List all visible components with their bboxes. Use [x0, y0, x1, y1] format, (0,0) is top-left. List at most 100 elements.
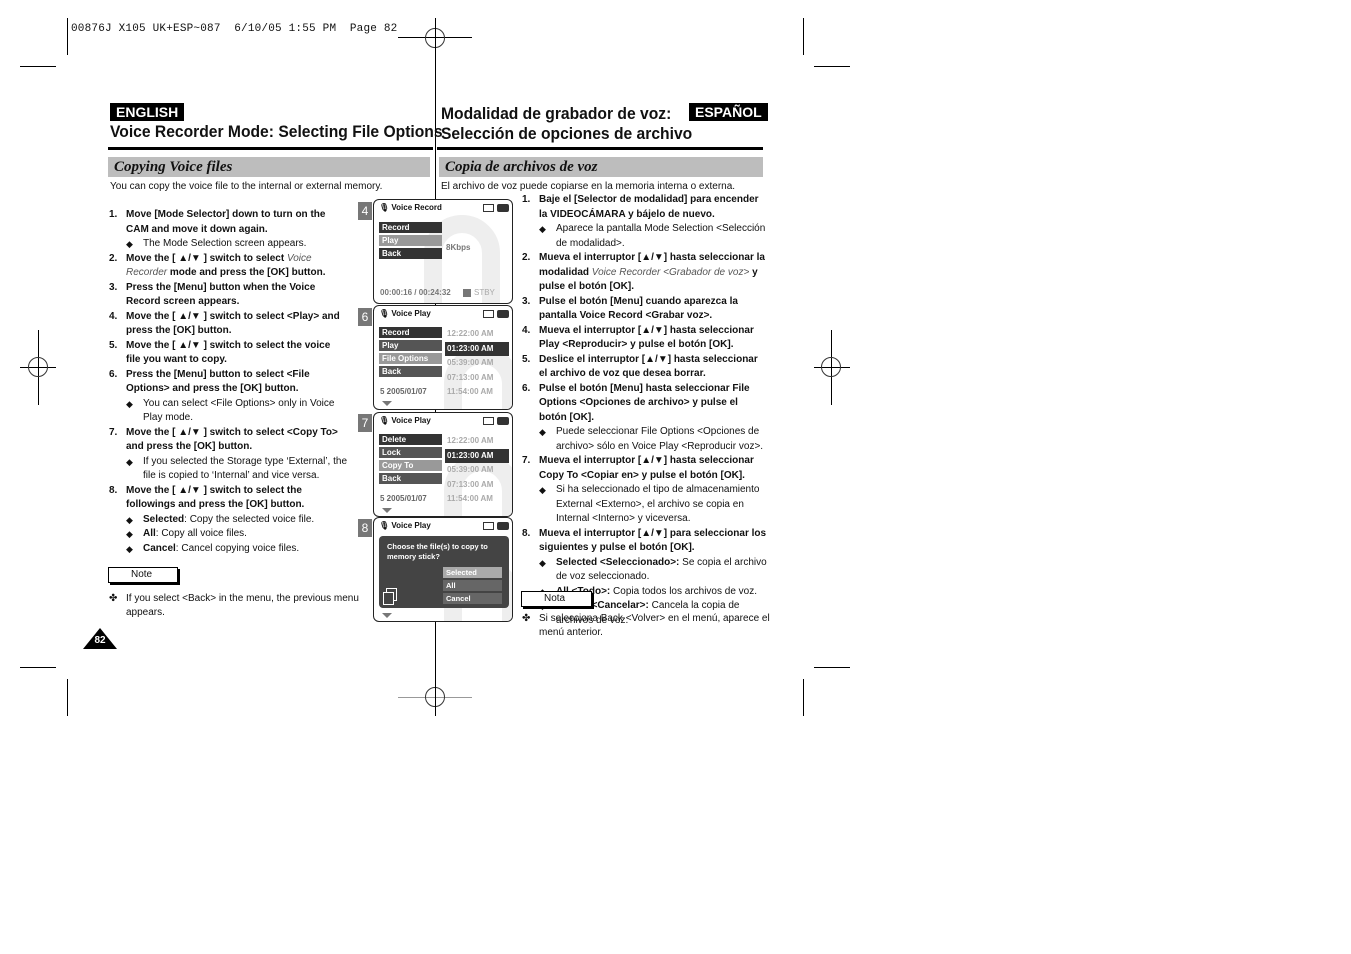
crop-mark	[20, 667, 56, 668]
file-time[interactable]: 05:39:00 AM	[445, 356, 509, 371]
scroll-down-icon[interactable]	[382, 508, 392, 513]
option-definition: ◆ Cancel: Cancel copying voice files.	[126, 542, 347, 557]
crop-mark	[20, 66, 56, 67]
step-text: Move the [ ▲/▼ ] switch to select Voice …	[126, 253, 325, 279]
english-note: ✤ If you select <Back> in the menu, the p…	[109, 592, 364, 620]
step-item: 4. Mueva el interruptor [▲/▼] hasta selec…	[522, 324, 767, 353]
menu-item-back[interactable]: Back	[379, 248, 442, 259]
menu-item-delete[interactable]: Delete	[379, 434, 442, 445]
option-desc: : Copy the selected voice file.	[184, 513, 315, 525]
step-text: Move the [ ▲/▼ ] switch to select <Play>…	[126, 310, 340, 337]
option-definition: ◆ Selected <Seleccionado>: Se copia el ar…	[539, 556, 767, 585]
step-number: 1.	[522, 194, 531, 205]
file-time[interactable]: 12:22:00 AM	[445, 327, 509, 342]
file-time[interactable]: 07:13:00 AM	[445, 371, 509, 386]
spanish-intro: El archivo de voz puede copiarse en la m…	[441, 181, 736, 192]
step-bullet: ◆ You can select <File Options> only in V…	[126, 397, 347, 426]
file-time[interactable]: 05:39:00 AM	[445, 463, 509, 478]
screen-header: 🎙 Voice Play	[379, 521, 431, 530]
step-text: Deslice el interruptor [▲/▼] hasta selec…	[539, 353, 758, 380]
step-number: 3.	[522, 295, 531, 307]
step-bullet: ◆ Aparece la pantalla Mode Selection <Sel…	[539, 222, 767, 251]
english-note-label: Note	[108, 567, 178, 583]
registration-mark	[28, 357, 48, 377]
menu-item-record[interactable]: Record	[379, 222, 442, 233]
step-text: Move the [ ▲/▼ ] switch to select <Copy …	[126, 426, 338, 453]
option-selected[interactable]: Selected	[443, 567, 502, 578]
screen-menu: Record Play File Options Back	[379, 327, 442, 379]
step-number: 5.	[522, 353, 531, 365]
step-item: 4. Move the [ ▲/▼ ] switch to select <Pla…	[109, 310, 347, 339]
step-text-post: mode and press the [OK] button.	[167, 267, 326, 278]
menu-item-back[interactable]: Back	[379, 366, 442, 377]
menu-item-back[interactable]: Back	[379, 473, 442, 484]
scroll-down-icon[interactable]	[382, 613, 392, 618]
screen-header-label: Voice Play	[391, 521, 431, 530]
screen-step-number: 6	[358, 308, 372, 326]
file-time[interactable]: 11:54:00 AM	[445, 492, 509, 507]
screen-header: 🎙 Voice Play	[379, 309, 431, 318]
file-time-selected[interactable]: 01:23:00 AM	[445, 448, 509, 463]
spanish-section-title: Copia de archivos de voz	[445, 159, 598, 175]
scroll-down-icon[interactable]	[382, 401, 392, 406]
spanish-note-label: Nota	[521, 591, 592, 607]
screen-step-number: 8	[358, 519, 372, 537]
screen-menu: Record Play Back	[379, 222, 442, 261]
step-number: 2.	[522, 252, 531, 263]
menu-item-record[interactable]: Record	[379, 327, 442, 338]
bullet-text: The Mode Selection screen appears.	[143, 238, 307, 249]
battery-icon	[497, 522, 509, 530]
note-icon: ✤	[522, 613, 531, 624]
stop-icon	[463, 289, 471, 297]
step-text: Mueva el interruptor [▲/▼] hasta selecci…	[539, 252, 765, 292]
menu-item-copy-to[interactable]: Copy To	[379, 460, 442, 471]
screen-header: 🎙 Voice Record	[379, 203, 442, 212]
menu-item-file-options[interactable]: File Options	[379, 353, 442, 364]
file-time[interactable]: 07:13:00 AM	[445, 478, 509, 493]
step-number: 7.	[109, 426, 118, 438]
screen-header: 🎙 Voice Play	[379, 416, 431, 425]
status-text: STBY	[474, 288, 495, 297]
file-time-selected[interactable]: 01:23:00 AM	[445, 341, 509, 356]
file-time[interactable]: 11:54:00 AM	[445, 385, 509, 400]
file-time[interactable]: 12:22:00 AM	[445, 434, 509, 449]
step-item: 3. Pulse el botón [Menu] cuando aparezca …	[522, 295, 767, 324]
menu-item-play[interactable]: Play	[379, 340, 442, 351]
crop-mark	[814, 667, 850, 668]
crop-mark	[803, 18, 804, 55]
step-item: 7. Move the [ ▲/▼ ] switch to select <Cop…	[109, 426, 347, 455]
menu-item-lock[interactable]: Lock	[379, 447, 442, 458]
step-item: 3. Press the [Menu] button when the Voice…	[109, 281, 347, 310]
step-item: 7. Mueva el interruptor [▲/▼] hasta selec…	[522, 454, 767, 483]
screen-voice-play-copy-to: 🎙 Voice Play 12:22:00 AM 01:23:00 AM 05:…	[373, 412, 513, 517]
status-icons	[483, 417, 509, 425]
option-definition: ◆ All: Copy all voice files.	[126, 527, 347, 542]
menu-item-play[interactable]: Play	[379, 235, 442, 246]
english-section-bar: Copying Voice files	[108, 157, 430, 177]
screen-header-label: Voice Play	[391, 416, 431, 425]
option-all[interactable]: All	[443, 580, 502, 591]
screen-copy-dialog: 🎙 Voice Play Choose the file(s) to copy …	[373, 517, 513, 622]
status-icons	[483, 522, 509, 530]
status-icons	[483, 310, 509, 318]
step-text: Baje el [Selector de modalidad] para enc…	[539, 194, 759, 220]
step-number: 8.	[522, 527, 531, 539]
option-definition: ◆ Selected: Copy the selected voice file.	[126, 513, 347, 528]
option-desc: Copia todos los archivos de voz.	[610, 585, 758, 597]
english-steps: 1. Move [Mode Selector] down to turn on t…	[109, 208, 347, 556]
spanish-steps: 1. Baje el [Selector de modalidad] para e…	[522, 193, 767, 628]
option-term: Selected <Seleccionado>:	[556, 556, 680, 568]
option-cancel[interactable]: Cancel	[443, 593, 502, 604]
step-bullet: ◆ If you selected the Storage type ‘Exter…	[126, 455, 347, 484]
english-note-text: If you select <Back> in the menu, the pr…	[126, 593, 359, 618]
copy-dialog: Choose the file(s) to copy to memory sti…	[379, 536, 509, 608]
step-item: 8. Mueva el interruptor [▲/▼] para selecc…	[522, 527, 767, 556]
bullet-icon: ◆	[126, 398, 133, 409]
screen-step-number: 7	[358, 414, 372, 432]
step-bullet: ◆ Puede seleccionar File Options <Opcione…	[539, 425, 767, 454]
title-rule	[108, 147, 433, 150]
step-number: 5.	[109, 339, 118, 351]
spanish-title-line2: Selección de opciones de archivo	[441, 124, 693, 143]
step-text: Move the [ ▲/▼ ] switch to select the fo…	[126, 484, 305, 511]
bullet-text: You can select <File Options> only in Vo…	[143, 397, 335, 424]
